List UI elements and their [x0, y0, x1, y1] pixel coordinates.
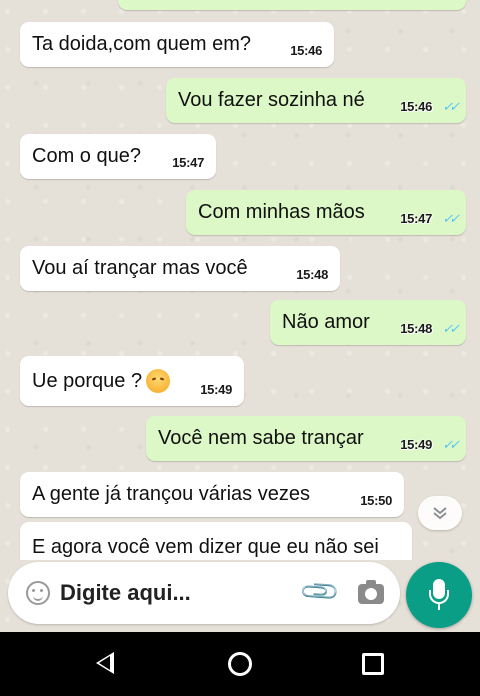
paperclip-icon[interactable]: 📎 — [298, 569, 343, 614]
message-bubble[interactable]: Você nem sabe trançar 15:49 ✓✓ — [146, 416, 466, 461]
message-bubble[interactable]: Ue porque ? 15:49 — [20, 356, 244, 406]
recent-apps-square-icon[interactable] — [362, 653, 384, 675]
voice-record-button[interactable] — [406, 562, 472, 628]
message-time: 15:47 — [172, 155, 204, 170]
message-text: Não amor — [282, 311, 370, 333]
message-bubble[interactable]: A gente já trançou várias vezes 15:50 — [20, 472, 404, 517]
message-text: Vou fazer sozinha né — [178, 89, 365, 111]
message-bubble[interactable]: E agora você vem dizer que eu não sei — [20, 522, 412, 560]
message-time: 15:48 — [296, 267, 328, 282]
message-bubble-partial[interactable] — [118, 0, 466, 10]
message-bubble[interactable]: Vou fazer sozinha né 15:46 ✓✓ — [166, 78, 466, 123]
message-time: 15:49 — [400, 437, 432, 452]
message-text: Você nem sabe trançar — [158, 427, 364, 449]
message-time: 15:46 — [290, 43, 322, 58]
message-time: 15:47 — [400, 211, 432, 226]
message-text: Com minhas mãos — [198, 201, 365, 223]
message-time: 15:50 — [360, 493, 392, 508]
home-circle-icon[interactable] — [228, 652, 252, 676]
read-receipt-icon: ✓✓ — [442, 437, 460, 452]
message-input[interactable]: Digite aqui... — [60, 580, 191, 606]
message-bubble[interactable]: Ta doida,com quem em? 15:46 — [20, 22, 334, 67]
message-time: 15:46 — [400, 99, 432, 114]
message-time: 15:48 — [400, 321, 432, 336]
disappointed-face-emoji — [146, 369, 171, 393]
read-receipt-icon: ✓✓ — [442, 321, 460, 336]
chevron-double-down-icon — [433, 507, 447, 520]
message-text: Ta doida,com quem em? — [32, 33, 252, 55]
smiley-icon[interactable] — [26, 581, 50, 605]
message-bubble[interactable]: Não amor 15:48 ✓✓ — [270, 300, 466, 345]
camera-icon[interactable] — [358, 580, 384, 604]
message-bubble[interactable]: Vou aí trançar mas você 15:48 — [20, 246, 340, 291]
message-time: 15:49 — [200, 382, 232, 397]
message-bubble[interactable]: Com o que? 15:47 — [20, 134, 216, 179]
message-text: A gente já trançou várias vezes — [32, 483, 310, 505]
message-text: Ue porque ? — [32, 369, 143, 392]
scroll-down-button[interactable] — [418, 496, 462, 530]
message-bubble[interactable]: Com minhas mãos 15:47 ✓✓ — [186, 190, 466, 235]
back-triangle-icon[interactable] — [96, 652, 114, 674]
message-text: Vou aí trançar mas você — [32, 257, 248, 279]
read-receipt-icon: ✓✓ — [442, 211, 460, 226]
message-text: Com o que? — [32, 145, 141, 167]
read-receipt-icon: ✓✓ — [442, 99, 460, 114]
chat-area[interactable]: Ta doida,com quem em? 15:46 Vou fazer so… — [0, 0, 480, 560]
system-navigation-bar — [0, 632, 480, 696]
message-text: E agora você vem dizer que eu não sei — [32, 536, 379, 558]
message-composer[interactable]: Digite aqui... 📎 — [8, 562, 400, 624]
